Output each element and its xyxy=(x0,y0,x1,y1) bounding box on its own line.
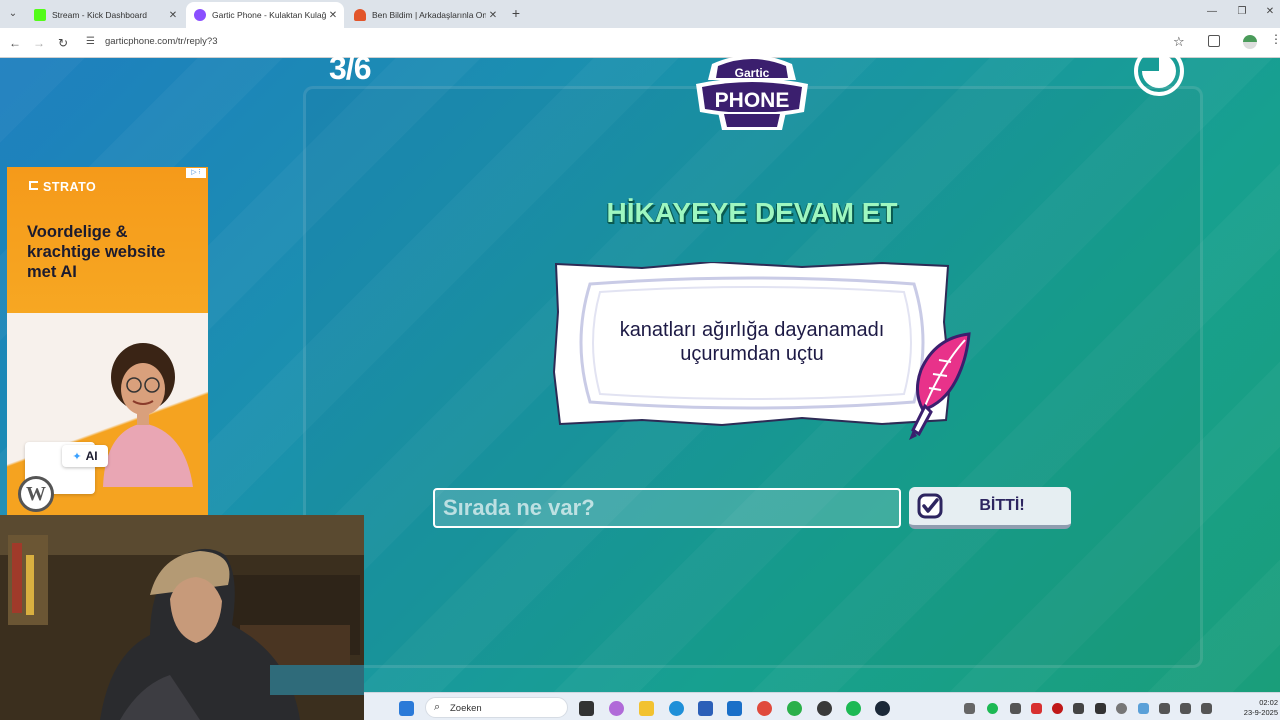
spotify-icon[interactable] xyxy=(846,701,861,716)
chrome-icon[interactable] xyxy=(757,701,772,716)
tab-title: Gartic Phone - Kulaktan Kulağa xyxy=(212,10,326,20)
gartic-favicon-icon xyxy=(194,9,206,21)
url-field[interactable]: ☰ garticphone.com/tr/reply?3 xyxy=(80,32,1200,54)
ad-person-image xyxy=(103,343,193,487)
ad-brand: STRATO xyxy=(43,180,97,194)
tray-icon[interactable] xyxy=(1138,703,1149,714)
store-icon[interactable] xyxy=(698,701,713,716)
taskbar-clock[interactable]: 02:02 23-9-2025 xyxy=(1232,698,1278,718)
advertisement[interactable]: ▷ ⁝ STRATO Voordelige & krachtige websit… xyxy=(7,167,208,515)
language-icon[interactable] xyxy=(1201,703,1212,714)
ad-headline: Voordelige & krachtige website met AI xyxy=(27,223,166,281)
back-arrow-icon[interactable]: ← xyxy=(7,35,23,51)
address-bar: ← → ↻ ☰ garticphone.com/tr/reply?3 xyxy=(0,28,1280,58)
done-button[interactable]: BİTTİ! xyxy=(909,487,1071,529)
logo-bottom-text: PHONE xyxy=(715,89,790,112)
tray-icon[interactable] xyxy=(1095,703,1106,714)
tab-kick-dashboard[interactable]: Stream - Kick Dashboard ✕ xyxy=(26,2,184,28)
taskbar-search-placeholder: Zoeken xyxy=(450,703,482,714)
tab-gartic-phone[interactable]: Gartic Phone - Kulaktan Kulağa ✕ xyxy=(186,2,344,28)
obs-icon[interactable] xyxy=(817,701,832,716)
close-tab-icon[interactable]: ✕ xyxy=(486,10,500,21)
wordpress-logo-icon: W xyxy=(18,476,54,512)
volume-icon[interactable] xyxy=(1180,703,1191,714)
sparkle-icon: ✦ xyxy=(72,450,82,463)
webcam-feed-image xyxy=(0,515,364,720)
wifi-icon[interactable] xyxy=(1159,703,1170,714)
clock-time: 02:02 xyxy=(1259,698,1278,707)
strato-logo-icon xyxy=(29,181,38,190)
webcam-overlay xyxy=(0,515,364,720)
site-info-icon[interactable]: ☰ xyxy=(86,36,95,47)
gartic-phone-logo: Gartic PHONE xyxy=(696,55,808,130)
extensions-puzzle-icon[interactable] xyxy=(1208,35,1220,47)
browser-tab-bar: ⌄ Stream - Kick Dashboard ✕ Gartic Phone… xyxy=(0,0,1280,28)
taskbar-search[interactable]: ⌕ Zoeken xyxy=(425,697,568,718)
task-view-icon[interactable] xyxy=(579,701,594,716)
whatsapp-icon[interactable] xyxy=(787,701,802,716)
profile-avatar[interactable] xyxy=(1243,35,1257,49)
ben-bildim-favicon-icon xyxy=(354,9,366,21)
tab-title: Stream - Kick Dashboard xyxy=(52,10,147,20)
story-prompt-line-1: kanatları ağırlığa dayanamadı xyxy=(619,319,885,341)
quill-feather-icon xyxy=(909,332,971,440)
steam-icon[interactable] xyxy=(875,701,890,716)
tab-title: Ben Bildim | Arkadaşlarınla Onli xyxy=(372,10,486,20)
url-text[interactable]: garticphone.com/tr/reply?3 xyxy=(105,36,217,47)
maximize-icon[interactable]: ❐ xyxy=(1234,6,1250,17)
tray-record-icon[interactable] xyxy=(1052,703,1063,714)
tray-icon[interactable] xyxy=(1031,703,1042,714)
minimize-icon[interactable]: — xyxy=(1204,6,1220,17)
story-prompt-line-2: uçurumdan uçtu xyxy=(680,343,824,365)
kick-favicon-icon xyxy=(34,9,46,21)
copilot-icon[interactable] xyxy=(609,701,624,716)
done-button-label: BİTTİ! xyxy=(979,497,1025,514)
tab-ben-bildim[interactable]: Ben Bildim | Arkadaşlarınla Onli ✕ xyxy=(346,2,504,28)
browser-menu-icon[interactable]: ⋮ xyxy=(1270,32,1280,46)
outlook-icon[interactable] xyxy=(727,701,742,716)
forward-arrow-icon[interactable]: → xyxy=(31,35,47,51)
windows-start-icon[interactable] xyxy=(399,701,414,716)
clock-date: 23-9-2025 xyxy=(1243,708,1278,717)
reload-icon[interactable]: ↻ xyxy=(55,35,71,51)
new-tab-button[interactable]: + xyxy=(509,5,523,21)
logo-top-text: Gartic xyxy=(735,66,770,80)
close-tab-icon[interactable]: ✕ xyxy=(166,10,180,21)
file-explorer-icon[interactable] xyxy=(639,701,654,716)
tray-icon[interactable] xyxy=(1073,703,1084,714)
page-heading: HİKAYEYE DEVAM ET xyxy=(606,197,898,228)
close-window-icon[interactable]: ✕ xyxy=(1262,6,1278,17)
ad-choices-icon[interactable]: ▷ ⁝ xyxy=(186,168,206,178)
close-tab-icon[interactable]: ✕ xyxy=(326,10,340,21)
timer-clock-icon xyxy=(1134,46,1184,96)
edge-icon[interactable] xyxy=(669,701,684,716)
tray-icon[interactable] xyxy=(1116,703,1127,714)
ad-ai-chip: ✦ AI xyxy=(62,445,108,467)
round-counter: 3/6 xyxy=(329,50,371,86)
check-icon xyxy=(917,493,943,519)
tray-spotify-icon[interactable] xyxy=(987,703,998,714)
ad-ai-chip-label: AI xyxy=(85,449,98,463)
story-prompt: kanatları ağırlığa dayanamadı uçurumdan … xyxy=(585,318,919,366)
tab-search-icon[interactable]: ⌄ xyxy=(6,7,20,21)
story-input[interactable] xyxy=(433,488,901,528)
tray-icon[interactable] xyxy=(1010,703,1021,714)
tray-icon[interactable] xyxy=(964,703,975,714)
search-icon: ⌕ xyxy=(434,701,441,713)
